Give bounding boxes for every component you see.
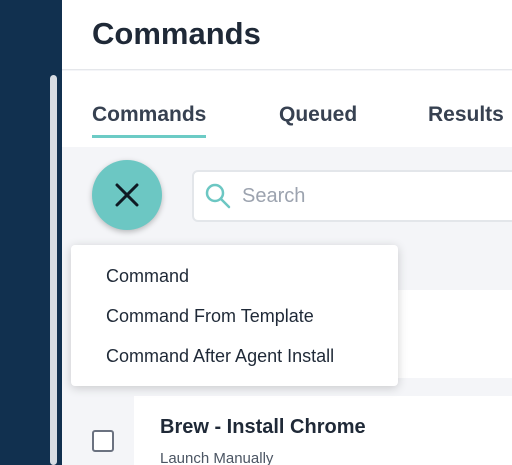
- search-input[interactable]: [242, 172, 512, 220]
- command-trigger: Launch Manually: [160, 450, 274, 465]
- sidebar-scrollbar[interactable]: [50, 75, 57, 465]
- close-menu-button[interactable]: [92, 160, 162, 230]
- tab-results[interactable]: Results: [428, 103, 504, 127]
- tab-commands[interactable]: Commands: [92, 103, 207, 138]
- close-icon: [115, 183, 139, 207]
- menu-item-command-from-template[interactable]: Command From Template: [106, 306, 314, 327]
- tab-queued[interactable]: Queued: [279, 103, 357, 127]
- left-sidebar: [0, 0, 62, 465]
- menu-item-command-after-agent-install[interactable]: Command After Agent Install: [106, 346, 334, 367]
- new-command-menu: Command Command From Template Command Af…: [71, 245, 398, 386]
- menu-item-command[interactable]: Command: [106, 266, 189, 287]
- search-icon: [205, 183, 231, 209]
- tab-bar: Commands Queued Results: [62, 71, 512, 147]
- command-name[interactable]: Brew - Install Chrome: [160, 416, 366, 439]
- search-box: [192, 170, 512, 222]
- table-row[interactable]: Brew - Install Chrome Launch Manually: [134, 396, 512, 465]
- toolbar: [62, 147, 512, 242]
- page-title: Commands: [92, 16, 261, 51]
- page-header: Commands: [62, 0, 512, 70]
- row-checkbox[interactable]: [92, 430, 114, 452]
- main-panel: Commands Commands Queued Results Brew - …: [62, 0, 512, 465]
